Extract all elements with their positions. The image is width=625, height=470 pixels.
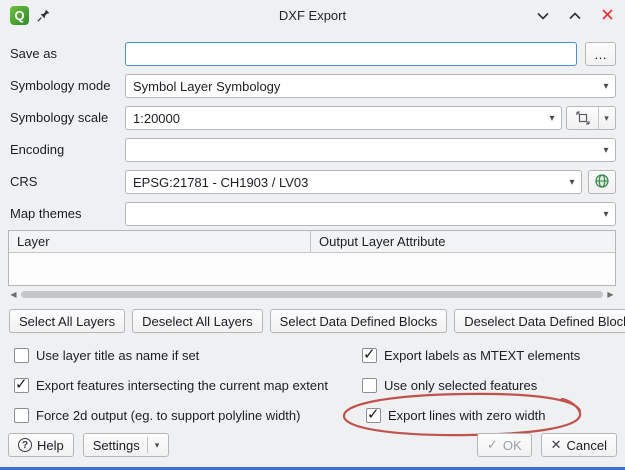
close-button[interactable] [599,7,615,23]
table-body[interactable] [9,253,615,285]
divider [147,437,148,453]
map-themes-combo[interactable]: ▾ [125,202,616,226]
dxf-export-dialog: Q DXF Export Save as … Symbology mode Sy… [0,0,625,470]
checkbox-label: Export lines with zero width [388,408,546,423]
help-icon: ? [18,438,32,452]
checkbox-box[interactable] [362,378,377,393]
checkbox-only-selected-features[interactable]: Use only selected features [362,377,537,394]
checkbox-box[interactable] [362,348,377,363]
scroll-left-icon[interactable]: ◀ [8,289,19,300]
symbology-scale-combo[interactable]: 1:20000 ▾ [125,106,562,130]
scrollbar-thumb[interactable] [21,291,603,298]
save-as-label: Save as [10,42,57,66]
check-icon: ✓ [487,437,498,453]
cancel-label: Cancel [567,438,607,453]
symbology-mode-combo[interactable]: Symbol Layer Symbology ▾ [125,74,616,98]
checkbox-export-mtext[interactable]: Export labels as MTEXT elements [362,347,580,364]
ok-button[interactable]: ✓ OK [477,433,532,457]
deselect-data-defined-blocks-button[interactable]: Deselect Data Defined Blocks [454,309,625,333]
ellipsis-icon: … [594,47,607,62]
checkbox-label: Force 2d output (eg. to support polyline… [36,408,300,423]
cancel-button[interactable]: ✕ Cancel [541,433,617,457]
crs-combo[interactable]: EPSG:21781 - CH1903 / LV03 ▾ [125,170,582,194]
chevron-down-icon: ▾ [597,81,615,92]
chevron-down-icon [537,8,549,23]
crs-label: CRS [10,170,37,194]
window-title: DXF Export [0,8,625,23]
map-scale-button[interactable]: ▾ [566,106,616,130]
chevron-up-icon [569,8,581,23]
checkbox-box[interactable] [14,378,29,393]
title-bar: Q DXF Export [0,0,625,30]
select-data-defined-blocks-button[interactable]: Select Data Defined Blocks [270,309,448,333]
symbology-scale-value: 1:20000 [133,111,543,126]
layers-table[interactable]: Layer Output Layer Attribute [8,230,616,286]
help-button[interactable]: ? Help [8,433,74,457]
checkbox-intersecting-extent[interactable]: Export features intersecting the current… [14,377,328,394]
settings-button[interactable]: Settings ▾ [83,433,170,457]
scroll-right-icon[interactable]: ▶ [605,289,616,300]
checkbox-box[interactable] [14,348,29,363]
settings-label: Settings [93,438,140,453]
browse-button[interactable]: … [585,42,616,66]
chevron-down-icon: ▾ [563,177,581,188]
checkbox-box[interactable] [14,408,29,423]
chevron-down-icon: ▾ [597,209,615,220]
chevron-down-icon: ▾ [543,113,561,124]
checkbox-label: Use only selected features [384,378,537,393]
checkbox-label: Use layer title as name if set [36,348,199,363]
checkbox-box[interactable] [366,408,381,423]
symbology-mode-value: Symbol Layer Symbology [133,79,597,94]
crs-value: EPSG:21781 - CH1903 / LV03 [133,175,563,190]
encoding-label: Encoding [10,138,64,162]
checkbox-label: Export labels as MTEXT elements [384,348,580,363]
map-scale-icon [567,107,599,129]
maximize-button[interactable] [567,7,583,23]
symbology-mode-label: Symbology mode [10,74,110,98]
symbology-scale-label: Symbology scale [10,106,108,130]
pin-icon[interactable] [37,8,51,22]
close-icon [602,8,613,23]
help-label: Help [37,438,64,453]
crs-globe-icon [594,173,610,192]
checkbox-label: Export features intersecting the current… [36,378,328,393]
chevron-down-icon: ▾ [597,145,615,156]
map-themes-label: Map themes [10,202,82,226]
minimize-button[interactable] [535,7,551,23]
encoding-combo[interactable]: ▾ [125,138,616,162]
chevron-down-icon: ▾ [155,440,160,451]
checkbox-use-layer-title[interactable]: Use layer title as name if set [14,347,199,364]
save-as-input[interactable] [125,42,577,66]
ok-label: OK [503,438,522,453]
column-header-output-layer-attribute[interactable]: Output Layer Attribute [311,231,615,252]
checkbox-force-2d-output[interactable]: Force 2d output (eg. to support polyline… [14,407,300,424]
deselect-all-layers-button[interactable]: Deselect All Layers [132,309,263,333]
checkbox-export-lines-zero-width[interactable]: Export lines with zero width [366,407,546,424]
crs-select-button[interactable] [588,170,616,194]
table-horizontal-scrollbar[interactable]: ◀ ▶ [8,289,616,300]
chevron-down-icon[interactable]: ▾ [599,107,614,129]
select-all-layers-button[interactable]: Select All Layers [9,309,125,333]
column-header-layer[interactable]: Layer [9,231,311,252]
x-icon: ✕ [551,437,562,453]
qgis-logo-icon: Q [10,6,29,25]
table-header-row: Layer Output Layer Attribute [9,231,615,253]
